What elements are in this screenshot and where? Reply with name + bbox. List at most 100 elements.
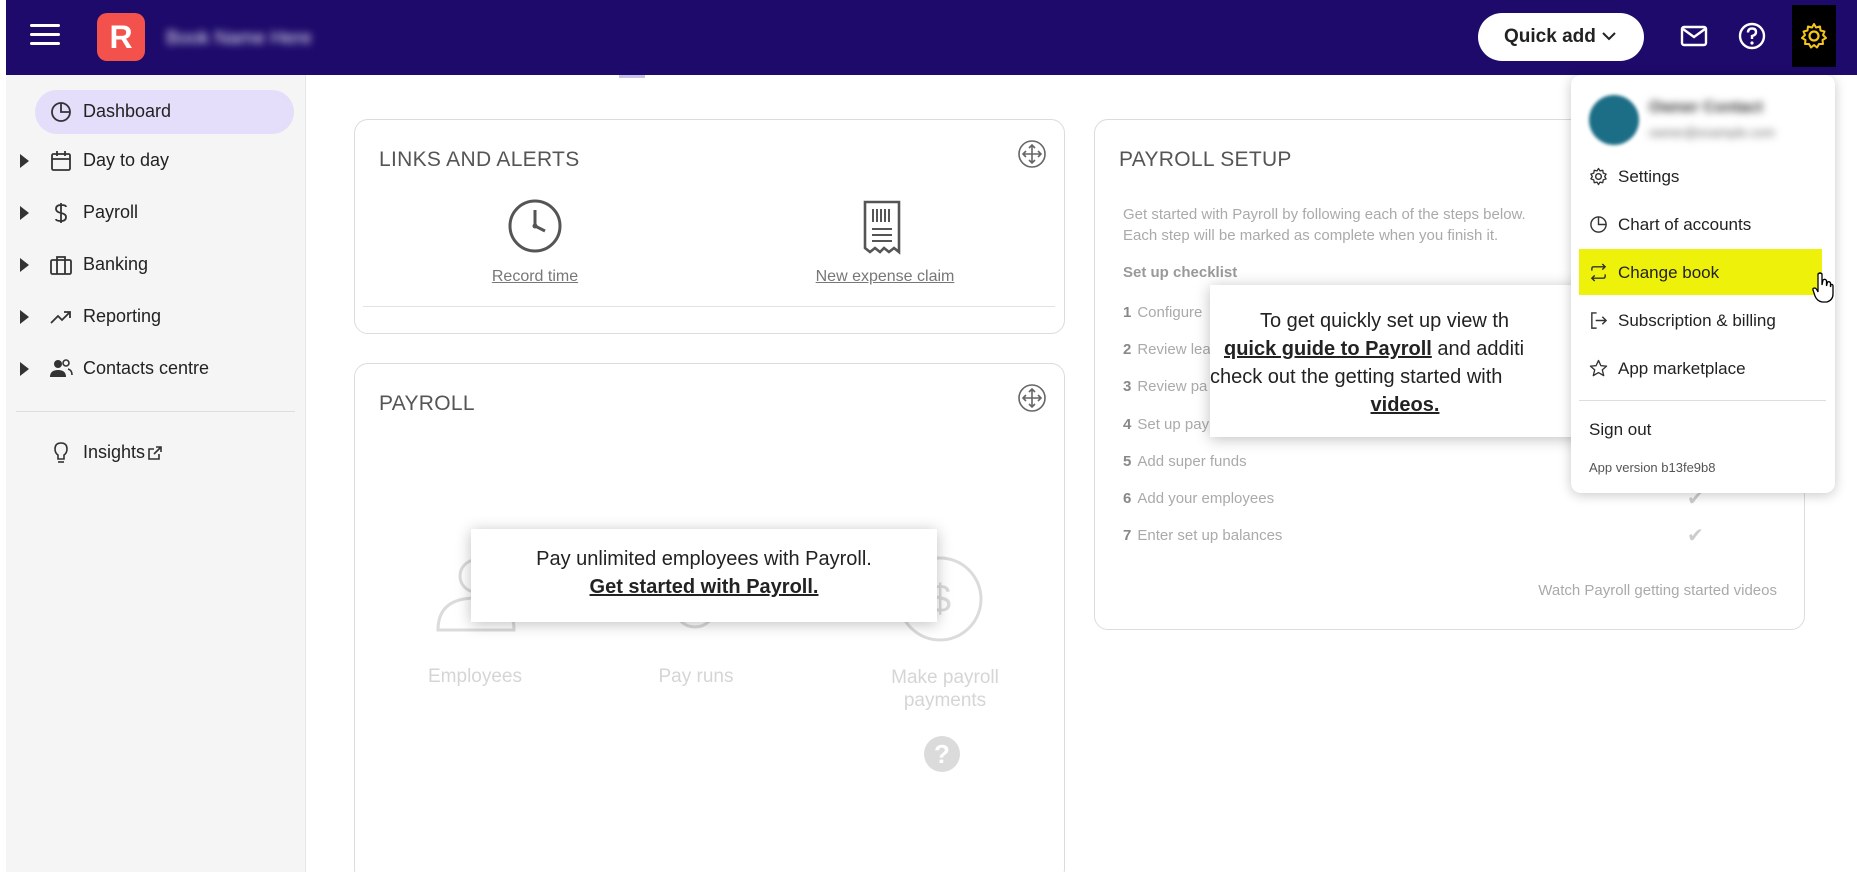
- sidebar-item-dashboard[interactable]: Dashboard: [35, 90, 294, 134]
- star-icon: [1589, 359, 1608, 377]
- move-icon[interactable]: [1017, 139, 1047, 169]
- app-root: R Book Name Here Quick add Dashboard Day…: [0, 0, 1857, 872]
- menu-item-label: Change book: [1618, 263, 1720, 282]
- gear-icon: [1801, 23, 1827, 49]
- book-name[interactable]: Book Name Here: [166, 28, 312, 50]
- account-dropdown-menu: Owner Contact owner@example.com Settings…: [1571, 75, 1835, 493]
- setup-intro: Get started with Payroll by following ea…: [1123, 204, 1526, 246]
- menu-item-settings[interactable]: Settings: [1579, 153, 1822, 199]
- step-text: Configure: [1137, 304, 1203, 321]
- expand-arrow-icon[interactable]: [20, 206, 29, 220]
- sidebar-item-day-to-day[interactable]: Day to day: [6, 139, 306, 183]
- setup-intro-line: Get started with Payroll by following ea…: [1123, 206, 1526, 223]
- user-name: Owner Contact: [1649, 99, 1763, 116]
- record-time-link[interactable]: Record time: [485, 268, 585, 286]
- step-text: Add super funds: [1137, 453, 1247, 470]
- employees-label[interactable]: Employees: [405, 666, 545, 688]
- videos-link[interactable]: videos.: [1371, 394, 1440, 416]
- checklist-heading: Set up checklist: [1123, 264, 1238, 281]
- pay-runs-label[interactable]: Pay runs: [631, 666, 761, 688]
- sidebar-item-label: Dashboard: [83, 101, 172, 121]
- watch-videos-link[interactable]: Watch Payroll getting started videos: [1538, 582, 1777, 599]
- expand-arrow-icon[interactable]: [20, 258, 29, 272]
- menu-item-label: Chart of accounts: [1618, 215, 1752, 234]
- sidebar-item-reporting[interactable]: Reporting: [6, 295, 306, 339]
- settings-gear-button[interactable]: [1792, 5, 1836, 67]
- popup-text: and additi: [1431, 338, 1525, 360]
- step-number: 3: [1123, 378, 1132, 395]
- step-number: 5: [1123, 453, 1132, 470]
- receipt-icon[interactable]: [862, 200, 902, 256]
- quick-add-label: Quick add: [1504, 26, 1596, 47]
- trend-icon: [50, 311, 71, 324]
- pie-chart-icon: [51, 102, 71, 122]
- sidebar-item-insights[interactable]: Insights: [6, 431, 306, 475]
- checklist-item[interactable]: 2 Review lea: [1123, 341, 1211, 358]
- checklist-item[interactable]: 4 Set up pay: [1123, 416, 1209, 433]
- checklist-item[interactable]: 6 Add your employees: [1123, 490, 1274, 507]
- checklist-item[interactable]: 1 Configure: [1123, 304, 1202, 321]
- quick-add-button[interactable]: Quick add: [1478, 13, 1644, 61]
- mail-icon[interactable]: [1678, 20, 1710, 52]
- checklist-item[interactable]: 7 Enter set up balances: [1123, 527, 1282, 544]
- expand-arrow-icon[interactable]: [20, 154, 29, 168]
- avatar[interactable]: [1589, 95, 1639, 145]
- check-icon: ✔: [1687, 525, 1704, 547]
- menu-item-chart-of-accounts[interactable]: Chart of accounts: [1579, 201, 1822, 247]
- card-title: PAYROLL SETUP: [1119, 148, 1292, 171]
- step-text: Enter set up balances: [1137, 527, 1283, 544]
- menu-item-label: App marketplace: [1618, 359, 1746, 378]
- quick-guide-link[interactable]: quick guide to Payroll: [1224, 338, 1432, 360]
- hamburger-menu-icon[interactable]: [30, 24, 60, 48]
- sidebar-item-contacts-centre[interactable]: Contacts centre: [6, 347, 306, 391]
- app-version: App version b13fe9b8: [1589, 460, 1716, 475]
- sidebar-item-label: Banking: [83, 254, 149, 274]
- user-email: owner@example.com: [1649, 125, 1775, 140]
- external-link-icon: [148, 446, 162, 460]
- sidebar-item-label: Day to day: [83, 150, 170, 170]
- logout-arrow-icon: [1591, 312, 1608, 329]
- popup-text: To get quickly set up view th: [1260, 310, 1510, 332]
- checklist-item[interactable]: 5 Add super funds: [1123, 453, 1247, 470]
- sidebar-item-payroll[interactable]: Payroll: [6, 191, 306, 235]
- expand-arrow-icon[interactable]: [20, 310, 29, 324]
- popup-text: check out the getting started with: [1210, 366, 1503, 388]
- scroll-indicator: [619, 75, 645, 78]
- top-navigation-bar: R Book Name Here Quick add: [6, 0, 1857, 75]
- checklist-item[interactable]: 3 Review pa: [1123, 378, 1207, 395]
- menu-item-label: Settings: [1618, 167, 1680, 186]
- step-number: 6: [1123, 490, 1132, 507]
- help-circle-icon[interactable]: ?: [923, 735, 961, 773]
- dollar-icon: [55, 203, 67, 223]
- step-text: Review lea: [1137, 341, 1211, 358]
- step-number: 1: [1123, 304, 1132, 321]
- card-title: LINKS AND ALERTS: [379, 148, 580, 171]
- setup-intro-line: Each step will be marked as complete whe…: [1123, 227, 1499, 244]
- menu-item-change-book[interactable]: Change book: [1579, 249, 1822, 295]
- svg-text:?: ?: [934, 739, 950, 769]
- sidebar-item-label: Reporting: [83, 306, 162, 326]
- app-logo[interactable]: R: [97, 13, 145, 61]
- help-icon[interactable]: [1736, 20, 1768, 52]
- get-started-payroll-link[interactable]: Get started with Payroll.: [471, 573, 937, 601]
- popup-text: Pay unlimited employees with Payroll.: [536, 548, 872, 570]
- step-text: Review pa: [1137, 378, 1208, 395]
- sign-out-button[interactable]: Sign out: [1589, 420, 1651, 440]
- swap-icon: [1590, 263, 1607, 282]
- new-expense-claim-link[interactable]: New expense claim: [805, 268, 965, 286]
- calendar-icon: [51, 151, 71, 171]
- step-text: Add your employees: [1137, 490, 1275, 507]
- chevron-down-icon: [1602, 32, 1616, 41]
- make-payroll-payments-label[interactable]: Make payroll payments: [855, 666, 1035, 712]
- expand-arrow-icon[interactable]: [20, 362, 29, 376]
- menu-item-app-marketplace[interactable]: App marketplace: [1579, 345, 1822, 391]
- gear-icon: [1590, 167, 1607, 186]
- step-number: 4: [1123, 416, 1132, 433]
- sidebar-item-banking[interactable]: Banking: [6, 243, 306, 287]
- clock-icon[interactable]: [507, 198, 563, 254]
- sidebar: Dashboard Day to day Payroll Banking Rep…: [6, 75, 306, 872]
- move-icon[interactable]: [1017, 383, 1047, 413]
- menu-item-subscription-billing[interactable]: Subscription & billing: [1579, 297, 1822, 343]
- menu-divider: [1579, 400, 1826, 401]
- links-and-alerts-card: LINKS AND ALERTS Record time New expense…: [354, 119, 1065, 334]
